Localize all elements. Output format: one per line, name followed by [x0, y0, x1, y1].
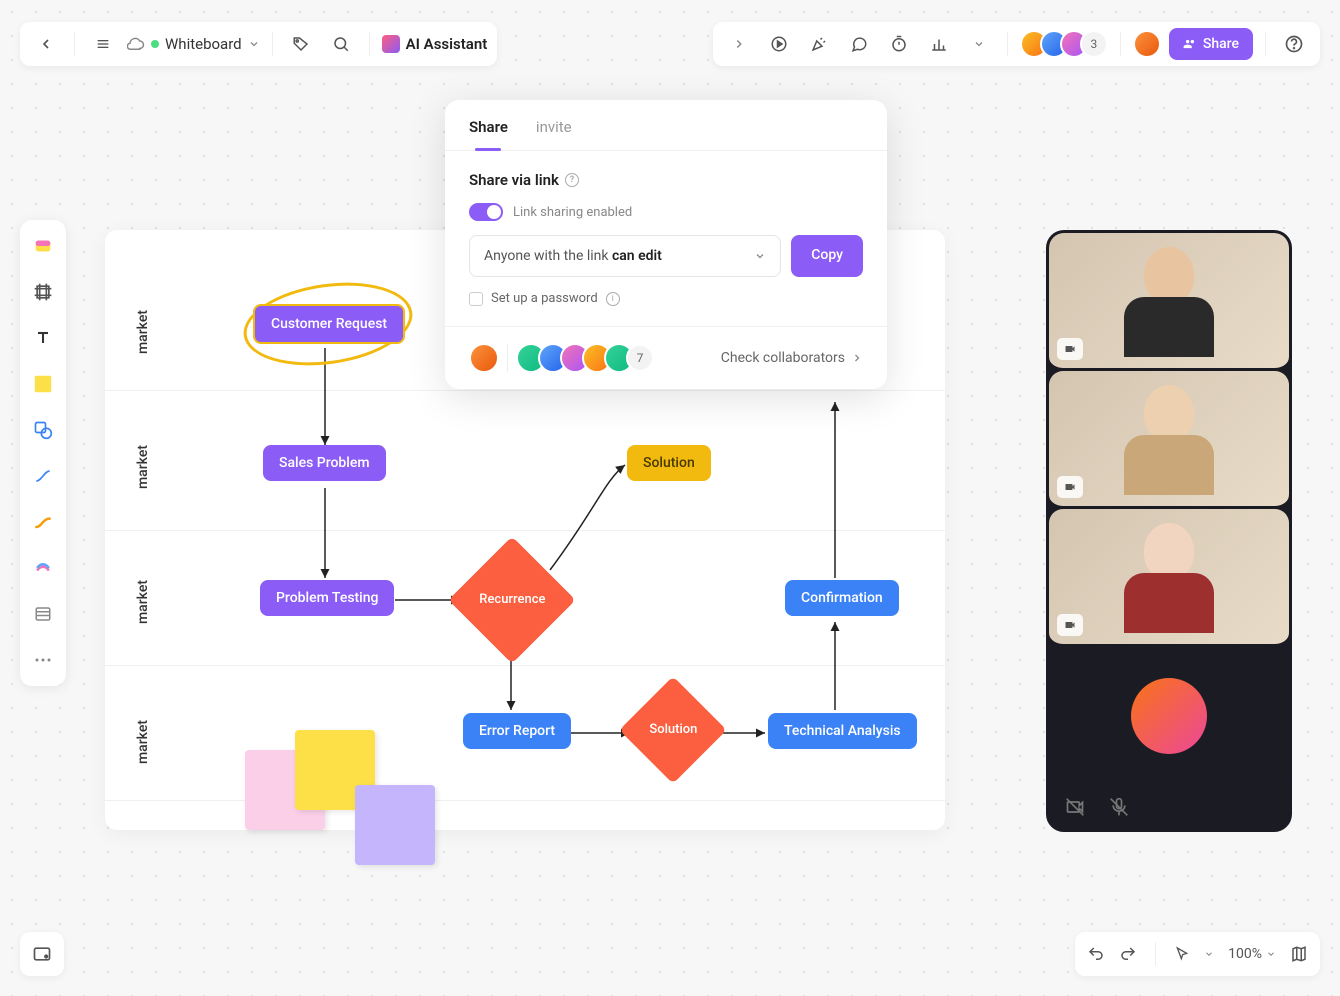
current-user-avatar[interactable] [1133, 30, 1161, 58]
sticky-tool[interactable] [27, 368, 59, 400]
ai-assistant-button[interactable]: AI Assistant [382, 35, 488, 53]
cursor-button[interactable] [1174, 946, 1190, 962]
side-toolbar [20, 220, 66, 686]
more-tools[interactable] [27, 644, 59, 676]
bottom-toolbar: 100% [1075, 932, 1320, 976]
node-problem-testing[interactable]: Problem Testing [260, 580, 394, 616]
avatar-overflow-count: 3 [1080, 30, 1108, 58]
tab-share[interactable]: Share [469, 118, 508, 150]
help-button[interactable] [1278, 28, 1310, 60]
topbar-right: 3 Share [713, 22, 1320, 66]
video-tile[interactable] [1049, 371, 1289, 509]
camera-icon [1057, 614, 1083, 636]
ai-assistant-label: AI Assistant [406, 35, 488, 53]
collaborator-avatars: 7 [469, 343, 654, 373]
video-tile[interactable] [1049, 233, 1289, 371]
share-popover: Share invite Share via link ? Link shari… [445, 100, 887, 389]
feedback-button[interactable] [20, 932, 64, 976]
info-icon[interactable]: ? [565, 173, 579, 187]
highlighter-tool[interactable] [27, 552, 59, 584]
share-button-label: Share [1203, 36, 1239, 52]
search-button[interactable] [325, 28, 357, 60]
minimap-button[interactable] [1290, 945, 1308, 963]
camera-icon [1057, 476, 1083, 498]
expand-button[interactable] [723, 28, 755, 60]
camera-icon [1057, 338, 1083, 360]
tag-button[interactable] [285, 28, 317, 60]
chart-button[interactable] [923, 28, 955, 60]
undo-button[interactable] [1087, 945, 1105, 963]
topbar-left: Whiteboard AI Assistant [20, 22, 497, 66]
node-technical-analysis[interactable]: Technical Analysis [768, 713, 917, 749]
tab-invite[interactable]: invite [536, 118, 572, 150]
ai-logo-icon [382, 35, 400, 53]
password-checkbox[interactable] [469, 292, 483, 306]
row-label: market [135, 720, 151, 764]
node-solution-top[interactable]: Solution [627, 445, 711, 481]
menu-button[interactable] [87, 28, 119, 60]
share-button[interactable]: Share [1169, 28, 1253, 60]
zoom-value: 100% [1228, 946, 1262, 962]
sticky-note[interactable] [355, 785, 435, 865]
timer-button[interactable] [883, 28, 915, 60]
zoom-control[interactable]: 100% [1228, 946, 1276, 962]
permission-select[interactable]: Anyone with the link can edit [469, 235, 781, 277]
present-button[interactable] [763, 28, 795, 60]
check-collaborators-link[interactable]: Check collaborators [721, 350, 863, 366]
row-label: market [135, 445, 151, 489]
select-tool[interactable] [27, 230, 59, 262]
redo-button[interactable] [1119, 945, 1137, 963]
node-error-report[interactable]: Error Report [463, 713, 571, 749]
avatar [469, 343, 499, 373]
table-tool[interactable] [27, 598, 59, 630]
document-name[interactable]: Whiteboard [127, 35, 260, 53]
password-label: Set up a password [491, 291, 598, 306]
copy-link-button[interactable]: Copy [791, 235, 863, 277]
back-button[interactable] [30, 28, 62, 60]
share-heading: Share via link [469, 171, 559, 189]
node-solution-bottom[interactable]: Solution [619, 676, 726, 783]
video-tile-self[interactable] [1049, 647, 1289, 785]
document-name-text: Whiteboard [165, 35, 242, 53]
video-call-panel [1046, 230, 1292, 832]
node-confirmation[interactable]: Confirmation [785, 580, 899, 616]
pen-tool[interactable] [27, 506, 59, 538]
toggle-label: Link sharing enabled [513, 205, 632, 220]
node-recurrence[interactable]: Recurrence [448, 536, 575, 663]
self-avatar [1131, 678, 1207, 754]
video-tile[interactable] [1049, 509, 1289, 647]
node-sales-problem[interactable]: Sales Problem [263, 445, 386, 481]
frame-tool[interactable] [27, 276, 59, 308]
mic-off-button[interactable] [1109, 797, 1129, 817]
info-icon[interactable]: i [606, 292, 620, 306]
shape-tool[interactable] [27, 414, 59, 446]
presence-avatars[interactable]: 3 [1020, 30, 1108, 58]
more-apps-button[interactable] [963, 28, 995, 60]
comment-button[interactable] [843, 28, 875, 60]
camera-off-button[interactable] [1065, 797, 1085, 817]
confetti-button[interactable] [803, 28, 835, 60]
collaborator-count: 7 [626, 344, 654, 372]
link-sharing-toggle[interactable] [469, 203, 503, 221]
row-label: market [135, 310, 151, 354]
text-tool[interactable] [27, 322, 59, 354]
node-customer-request[interactable]: Customer Request [253, 304, 405, 344]
connector-tool[interactable] [27, 460, 59, 492]
row-label: market [135, 580, 151, 624]
